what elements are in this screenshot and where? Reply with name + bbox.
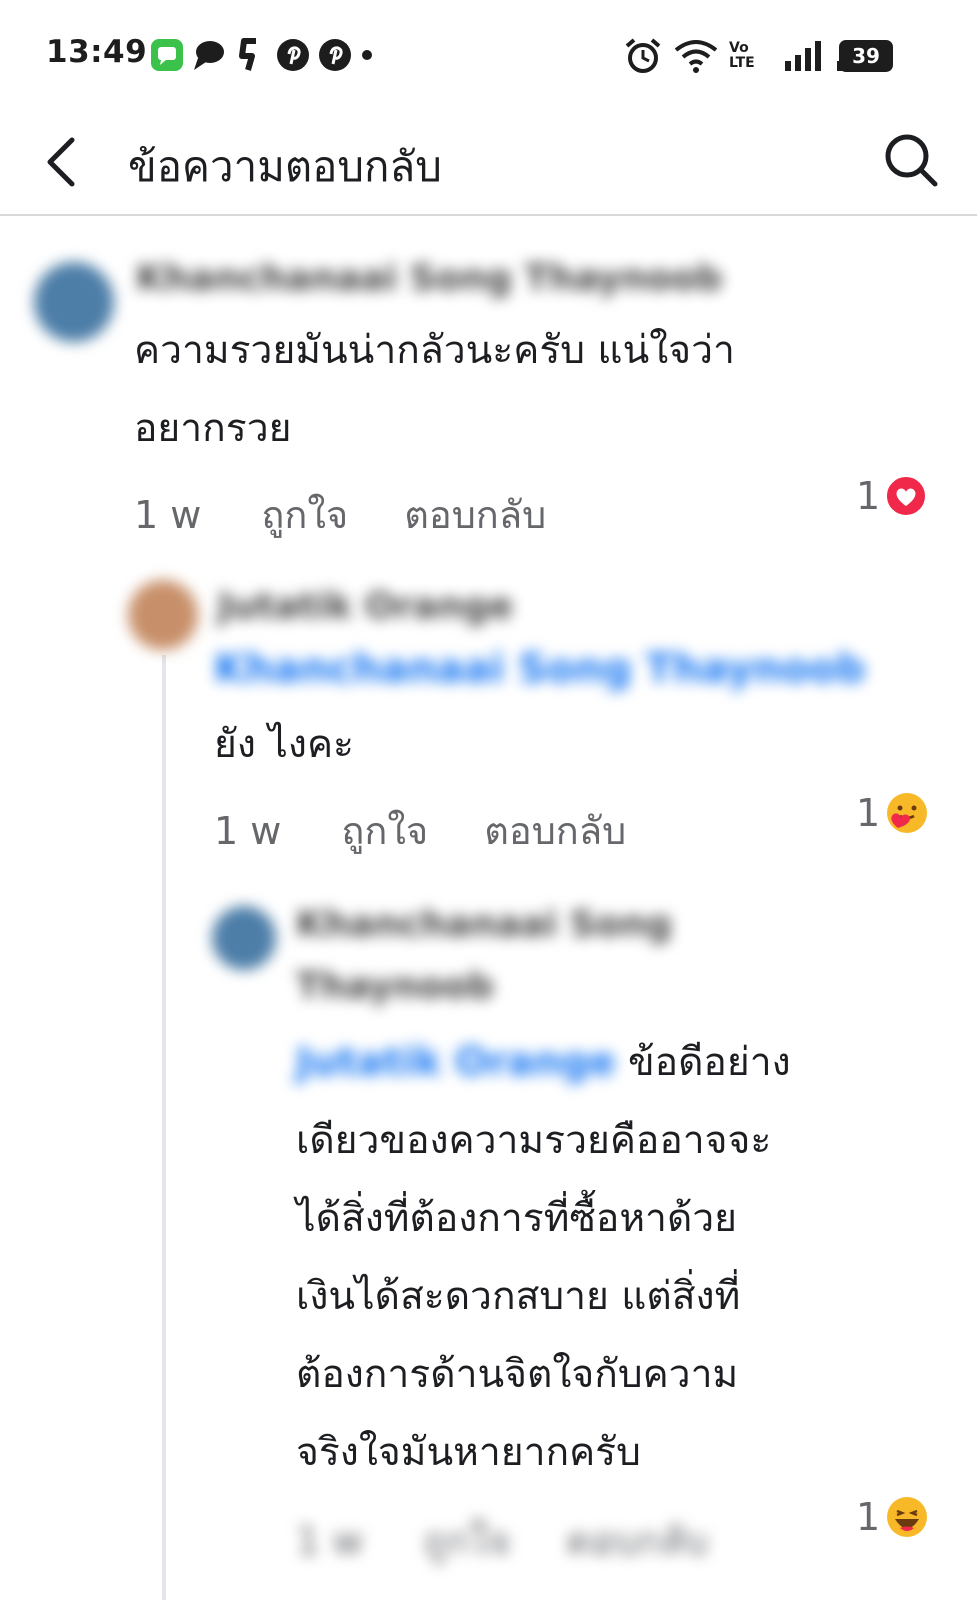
comment-text-line: ได้สิ่งที่ต้องการที่ซื้อหาด้วย (296, 1196, 738, 1241)
comment-time: 1 w (134, 492, 202, 537)
comment-mention[interactable]: Jutatik Orange (296, 1040, 616, 1085)
app-header: ข้อความตอบกลับ (0, 110, 977, 216)
wifi-icon (674, 40, 718, 73)
reaction-summary[interactable]: 1 (856, 474, 928, 518)
comment-meta: 1 w ถูกใจ ตอบกลับ (214, 800, 682, 861)
comment-author-line-2[interactable]: Thaynoob (296, 966, 494, 1007)
back-arrow-icon[interactable] (38, 134, 86, 190)
messages-app-icon (151, 39, 183, 71)
comment-text-line-2: อยากรวย (134, 406, 292, 451)
status-bar: 13:49 Vo LTE 39 (0, 0, 977, 110)
haha-reaction-icon (887, 1497, 928, 1537)
chat-bubble-icon (194, 41, 224, 70)
status-time: 13:49 (46, 34, 148, 70)
swipe-app-icon (239, 38, 256, 71)
comment-meta: 1 w ถูกใจ ตอบกลับ (296, 1510, 764, 1571)
notification-icons (150, 38, 374, 72)
signal-strength-icon (785, 41, 821, 71)
comment-meta: 1 w ถูกใจ ตอบกลับ (134, 484, 602, 545)
care-reaction-icon (887, 793, 928, 833)
like-button[interactable]: ถูกใจ (423, 1510, 510, 1571)
comment-text-line: ต้องการด้านจิตใจกับความ (296, 1352, 739, 1397)
volte-label: Vo LTE (729, 40, 755, 71)
battery-indicator: 39 (839, 40, 893, 72)
like-button[interactable]: ถูกใจ (341, 800, 428, 861)
alarm-icon (625, 38, 661, 73)
love-reaction-icon (885, 475, 928, 517)
like-button[interactable]: ถูกใจ (261, 484, 348, 545)
comment-text-start: ข้อดีอย่าง (628, 1040, 791, 1085)
comment-author[interactable]: Khanchanaai Song Thaynoob (136, 258, 722, 299)
comment-author-line-1[interactable]: Khanchanaai Song (296, 904, 672, 945)
reaction-count: 1 (856, 474, 881, 518)
volte-badge: Vo LTE (729, 41, 773, 71)
comment-text-line-1: ความรวยมันน่ากลัวนะครับ แน่ใจว่า (134, 328, 735, 373)
reply-button[interactable]: ตอบกลับ (484, 800, 626, 861)
thread-line (162, 655, 166, 1600)
reaction-count: 1 (856, 791, 881, 835)
comment-text-line: เดียวของความรวยคืออาจจะ (296, 1118, 772, 1163)
avatar[interactable] (128, 580, 198, 650)
page-title: ข้อความตอบกลับ (128, 142, 442, 191)
reaction-summary[interactable]: 1 (856, 790, 930, 836)
comment-text-line: จริงใจมันหายากครับ (296, 1430, 641, 1475)
comment-mention[interactable]: Khanchanaai Song Thaynoob (214, 646, 865, 692)
reply-button[interactable]: ตอบกลับ (566, 1510, 708, 1571)
reaction-count: 1 (856, 1495, 881, 1539)
more-notifications-dot-icon (362, 50, 372, 60)
pinterest-icon (277, 39, 309, 71)
reply-button[interactable]: ตอบกลับ (404, 484, 546, 545)
comment-text: ยัง ไงคะ (214, 722, 354, 767)
avatar[interactable] (212, 906, 276, 970)
comment-author[interactable]: Jutatik Orange (218, 586, 513, 627)
avatar[interactable] (34, 262, 114, 342)
battery-level: 39 (852, 44, 880, 68)
pinterest-icon-2 (319, 39, 351, 71)
comment-text-line: เงินได้สะดวกสบาย แต่สิ่งที่ (296, 1274, 741, 1319)
reaction-summary[interactable]: 1 (856, 1494, 930, 1540)
comment-time: 1 w (214, 808, 282, 853)
search-icon[interactable] (881, 130, 941, 190)
comment-text-first-line: Jutatik Orange ข้อดีอย่าง (296, 1024, 791, 1102)
comment-time: 1 w (296, 1518, 364, 1563)
